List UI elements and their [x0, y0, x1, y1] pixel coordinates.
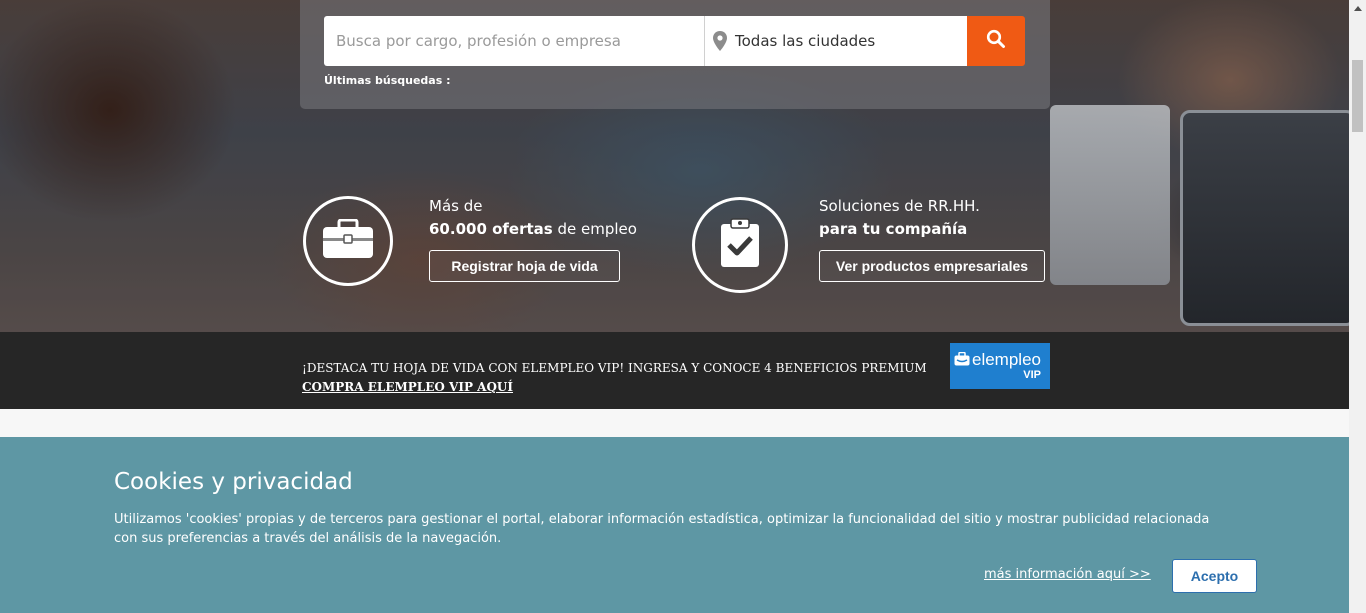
accept-button[interactable]: Acepto	[1172, 559, 1257, 593]
scroll-up-arrow-icon[interactable]	[1349, 0, 1366, 17]
content-strip	[0, 409, 1349, 437]
search-button[interactable]	[967, 16, 1025, 66]
logo-text: elempleo	[972, 350, 1041, 369]
location-pin-icon	[713, 31, 727, 51]
city-value: Todas las ciudades	[735, 32, 876, 50]
clipboard-check-icon	[720, 218, 760, 272]
briefcase-circle	[303, 196, 393, 286]
business-products-button[interactable]: Ver productos empresariales	[819, 250, 1045, 282]
clipboard-circle	[692, 197, 788, 293]
vip-text: ¡DESTACA TU HOJA DE VIDA CON ELEMPLEO VI…	[302, 359, 927, 397]
hr-line2-bold: para tu compañía	[819, 220, 968, 238]
vip-banner: ¡DESTACA TU HOJA DE VIDA CON ELEMPLEO VI…	[0, 332, 1349, 409]
logo-sub: VIP	[1023, 368, 1041, 381]
offers-line2: 60.000 ofertas de empleo	[429, 218, 637, 241]
vip-headline: ¡DESTACA TU HOJA DE VIDA CON ELEMPLEO VI…	[302, 361, 927, 375]
background-monitor	[1180, 110, 1349, 326]
background-monitor	[1050, 105, 1170, 285]
hr-line1: Soluciones de RR.HH.	[819, 197, 980, 215]
cookie-body: Utilizamos 'cookies' propias y de tercer…	[114, 512, 1210, 546]
scroll-thumb[interactable]	[1352, 60, 1363, 132]
recent-searches-label: Últimas búsquedas :	[324, 74, 451, 87]
cookie-title: Cookies y privacidad	[114, 469, 353, 495]
scrollbar[interactable]	[1349, 0, 1366, 613]
vip-buy-link[interactable]: COMPRA ELEMPLEO VIP AQUÍ	[302, 378, 927, 397]
more-info-link[interactable]: más información aquí >>	[984, 567, 1151, 582]
search-icon	[986, 29, 1006, 53]
offers-suffix: de empleo	[552, 220, 637, 238]
logo-row: elempleo	[954, 350, 1041, 369]
logo-bag-icon	[954, 351, 970, 369]
hr-solutions-text: Soluciones de RR.HH. para tu compañía	[819, 195, 980, 241]
offers-line1: Más de	[429, 197, 483, 215]
elempleo-vip-logo[interactable]: elempleo VIP	[950, 343, 1050, 389]
offers-text: Más de 60.000 ofertas de empleo	[429, 195, 637, 241]
offers-count: 60.000 ofertas	[429, 220, 553, 238]
keyword-field[interactable]	[324, 16, 705, 66]
search-panel: Todas las ciudades Últimas búsquedas :	[300, 0, 1050, 109]
city-select[interactable]: Todas las ciudades	[705, 16, 967, 66]
hr-line2: para tu compañía	[819, 218, 980, 241]
search-bar: Todas las ciudades	[324, 16, 1025, 66]
briefcase-icon	[322, 218, 374, 263]
register-cv-button[interactable]: Registrar hoja de vida	[429, 250, 620, 282]
keyword-input[interactable]	[334, 31, 704, 51]
cookie-banner: Cookies y privacidad Utilizamos 'cookies…	[0, 437, 1349, 613]
